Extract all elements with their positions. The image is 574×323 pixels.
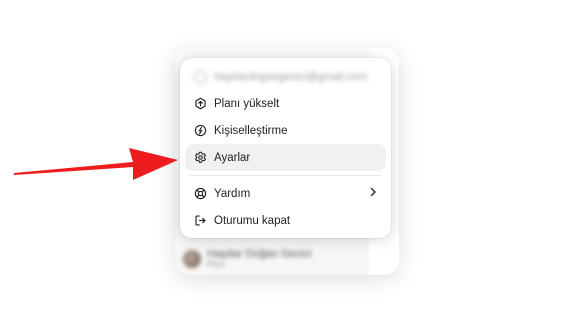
menu-item-help[interactable]: Yardım: [185, 180, 386, 207]
menu-item-label: Kişiselleştirme: [214, 124, 288, 137]
menu-item-label: Planı yükselt: [214, 97, 280, 110]
account-email-row: haydardogangezici@gmail.com: [185, 64, 386, 90]
menu-item-logout[interactable]: Oturumu kapat: [185, 207, 386, 234]
arrow-shape: [14, 148, 178, 180]
gear-icon: [194, 151, 207, 164]
profile-plan: Plus: [207, 259, 225, 270]
menu-item-settings[interactable]: Ayarlar: [185, 144, 386, 171]
menu-item-upgrade-plan[interactable]: Planı yükselt: [185, 90, 386, 117]
profile-text: Haydar Doğan Gezici Plus: [207, 248, 312, 270]
account-email: haydardogangezici@gmail.com: [214, 71, 368, 83]
menu-item-label: Oturumu kapat: [214, 214, 291, 227]
chevron-right-icon: [368, 187, 378, 200]
menu-item-label: Yardım: [214, 187, 251, 200]
account-icon: [194, 70, 207, 84]
upgrade-icon: [194, 97, 207, 110]
menu-divider: [189, 175, 382, 176]
logout-icon: [194, 214, 207, 227]
account-menu: haydardogangezici@gmail.com Planı yüksel…: [180, 58, 391, 238]
menu-item-label: Ayarlar: [214, 151, 251, 164]
profile-button[interactable]: Haydar Doğan Gezici Plus: [183, 245, 361, 273]
personalize-icon: [194, 124, 207, 137]
avatar: [183, 250, 201, 268]
help-icon: [194, 187, 207, 200]
menu-item-personalization[interactable]: Kişiselleştirme: [185, 117, 386, 144]
